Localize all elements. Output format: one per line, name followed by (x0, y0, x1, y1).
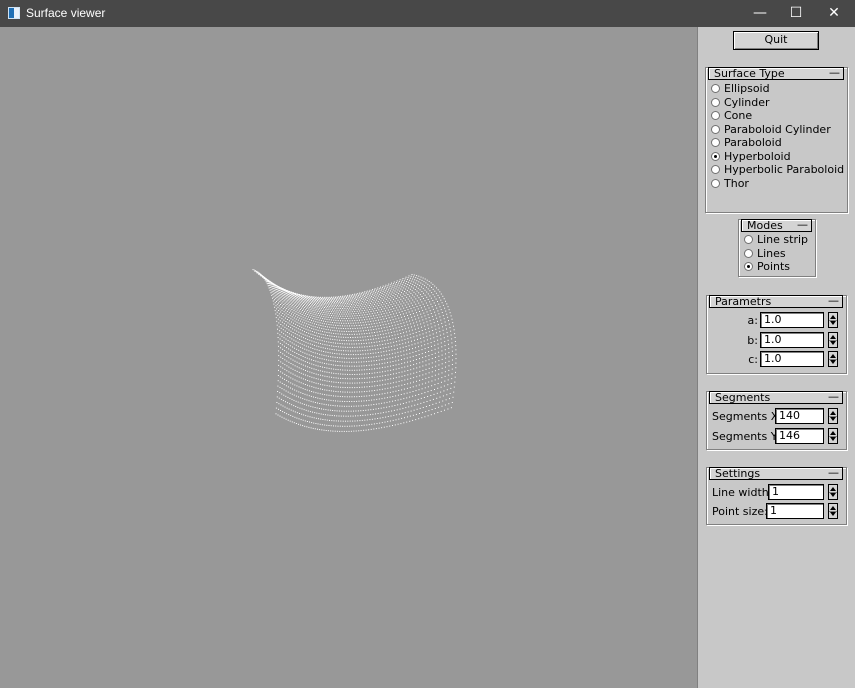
control-panel: Quit Surface Type — Ellipsoid Cylinder C… (697, 27, 855, 688)
segments-y-label: Segments Y: (712, 430, 780, 443)
segments-group: Segments — Segments X: 140 Segments Y: 1… (706, 391, 847, 450)
segments-title: Segments (715, 391, 771, 404)
radio-cone[interactable]: Cone (711, 109, 752, 122)
point-size-label: Point size: (712, 505, 768, 518)
parameters-group: Parametrs — a: 1.0 b: 1.0 c: 1.0 (706, 295, 847, 374)
radio-label: Hyperboloid (724, 150, 791, 163)
param-b-label: b: (747, 334, 758, 347)
surface-type-header[interactable]: Surface Type — (708, 67, 844, 80)
radio-points[interactable]: Points (744, 260, 790, 273)
radio-label: Paraboloid Cylinder (724, 123, 831, 136)
radio-icon (711, 125, 720, 134)
radio-checked-icon (711, 152, 720, 161)
param-a-spinner[interactable] (828, 312, 838, 328)
radio-label: Cone (724, 109, 753, 122)
segments-y-input[interactable]: 146 (775, 428, 824, 444)
radio-thor[interactable]: Thor (711, 177, 749, 190)
surface-type-group: Surface Type — Ellipsoid Cylinder Cone P… (705, 67, 848, 213)
radio-icon (744, 249, 753, 258)
radio-paraboloid[interactable]: Paraboloid (711, 136, 782, 149)
quit-button[interactable]: Quit (733, 31, 819, 50)
param-b-input[interactable]: 1.0 (760, 332, 824, 348)
radio-icon (711, 179, 720, 188)
radio-icon (711, 165, 720, 174)
radio-icon (711, 138, 720, 147)
param-c-input[interactable]: 1.0 (760, 351, 824, 367)
close-icon[interactable]: ✕ (815, 0, 853, 27)
collapse-icon[interactable]: — (828, 391, 839, 402)
line-width-input[interactable]: 1 (768, 484, 824, 500)
parameters-header[interactable]: Parametrs — (709, 295, 843, 308)
radio-line-strip[interactable]: Line strip (744, 233, 808, 246)
point-size-spinner[interactable] (828, 503, 838, 519)
parameters-title: Parametrs (715, 295, 772, 308)
radio-hyperboloid[interactable]: Hyperboloid (711, 150, 791, 163)
radio-label: Points (757, 260, 791, 273)
collapse-icon[interactable]: — (828, 295, 839, 306)
collapse-icon[interactable]: — (828, 467, 839, 478)
modes-group: Modes — Line strip Lines Points (738, 219, 816, 277)
surface-type-title: Surface Type (714, 67, 785, 80)
radio-paraboloid-cylinder[interactable]: Paraboloid Cylinder (711, 123, 831, 136)
line-width-label: Line width: (712, 486, 773, 499)
param-c-label: c: (748, 353, 758, 366)
radio-icon (711, 111, 720, 120)
segments-x-spinner[interactable] (828, 408, 838, 424)
radio-checked-icon (744, 262, 753, 271)
window-title: Surface viewer (26, 6, 106, 20)
collapse-icon[interactable]: — (829, 67, 840, 78)
param-a-label: a: (747, 314, 758, 327)
radio-label: Ellipsoid (724, 82, 770, 95)
collapse-icon[interactable]: — (797, 219, 808, 230)
modes-header[interactable]: Modes — (741, 219, 812, 232)
modes-title: Modes (747, 219, 783, 232)
surface-viewport[interactable] (0, 27, 697, 688)
radio-label: Line strip (757, 233, 809, 246)
segments-header[interactable]: Segments — (709, 391, 843, 404)
radio-label: Paraboloid (724, 136, 782, 149)
radio-label: Hyperbolic Paraboloid (724, 163, 845, 176)
settings-title: Settings (715, 467, 761, 480)
radio-label: Thor (724, 177, 749, 190)
settings-group: Settings — Line width: 1 Point size: 1 (706, 467, 847, 525)
param-b-spinner[interactable] (828, 332, 838, 348)
segments-y-spinner[interactable] (828, 428, 838, 444)
title-bar: Surface viewer — ☐ ✕ (0, 0, 855, 27)
maximize-icon[interactable]: ☐ (777, 0, 815, 27)
param-c-spinner[interactable] (828, 351, 838, 367)
radio-icon (711, 98, 720, 107)
minimize-icon[interactable]: — (741, 0, 779, 27)
app-window-icon (8, 7, 20, 19)
radio-lines[interactable]: Lines (744, 247, 786, 260)
radio-icon (744, 235, 753, 244)
radio-hyperbolic-paraboloid[interactable]: Hyperbolic Paraboloid (711, 163, 844, 176)
radio-cylinder[interactable]: Cylinder (711, 96, 770, 109)
line-width-spinner[interactable] (828, 484, 838, 500)
radio-icon (711, 84, 720, 93)
radio-label: Cylinder (724, 96, 770, 109)
hyperboloid-point-cloud (252, 269, 457, 432)
point-size-input[interactable]: 1 (766, 503, 824, 519)
radio-label: Lines (757, 247, 786, 260)
segments-x-label: Segments X: (712, 410, 782, 423)
param-a-input[interactable]: 1.0 (760, 312, 824, 328)
radio-ellipsoid[interactable]: Ellipsoid (711, 82, 770, 95)
settings-header[interactable]: Settings — (709, 467, 843, 480)
segments-x-input[interactable]: 140 (775, 408, 824, 424)
